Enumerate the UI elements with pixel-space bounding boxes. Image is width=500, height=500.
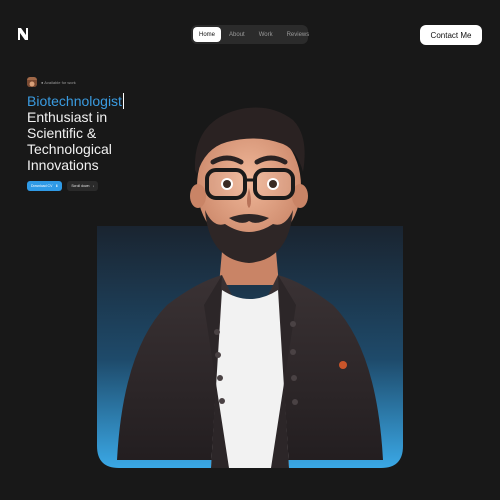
scroll-down-label: Scroll down <box>71 184 90 188</box>
hero-line-4: Innovations <box>27 157 99 173</box>
hero-line-1: Enthusiast in <box>27 109 108 125</box>
hero-line-2: Scientific & <box>27 125 97 141</box>
nav-work[interactable]: Work <box>253 27 279 42</box>
main-nav: Home About Work Reviews <box>191 25 309 44</box>
availability-badge: ● Available for work <box>27 77 76 87</box>
nav-home[interactable]: Home <box>193 27 222 42</box>
scroll-down-button[interactable]: Scroll down ↓ <box>67 181 99 191</box>
arrow-down-icon: ↓ <box>92 184 95 188</box>
hero-actions: Download CV ⬇ Scroll down ↓ <box>27 181 99 191</box>
availability-text: ● Available for work <box>41 79 76 85</box>
contact-button[interactable]: Contact Me <box>420 25 482 45</box>
avatar <box>27 77 37 87</box>
download-cv-label: Download CV <box>31 184 53 188</box>
hero-portrait-image <box>97 107 403 468</box>
nav-reviews[interactable]: Reviews <box>281 27 316 42</box>
nav-about[interactable]: About <box>223 27 251 42</box>
download-icon: ⬇ <box>55 184 59 188</box>
brand-logo-icon[interactable] <box>17 26 29 42</box>
download-cv-button[interactable]: Download CV ⬇ <box>27 181 63 191</box>
